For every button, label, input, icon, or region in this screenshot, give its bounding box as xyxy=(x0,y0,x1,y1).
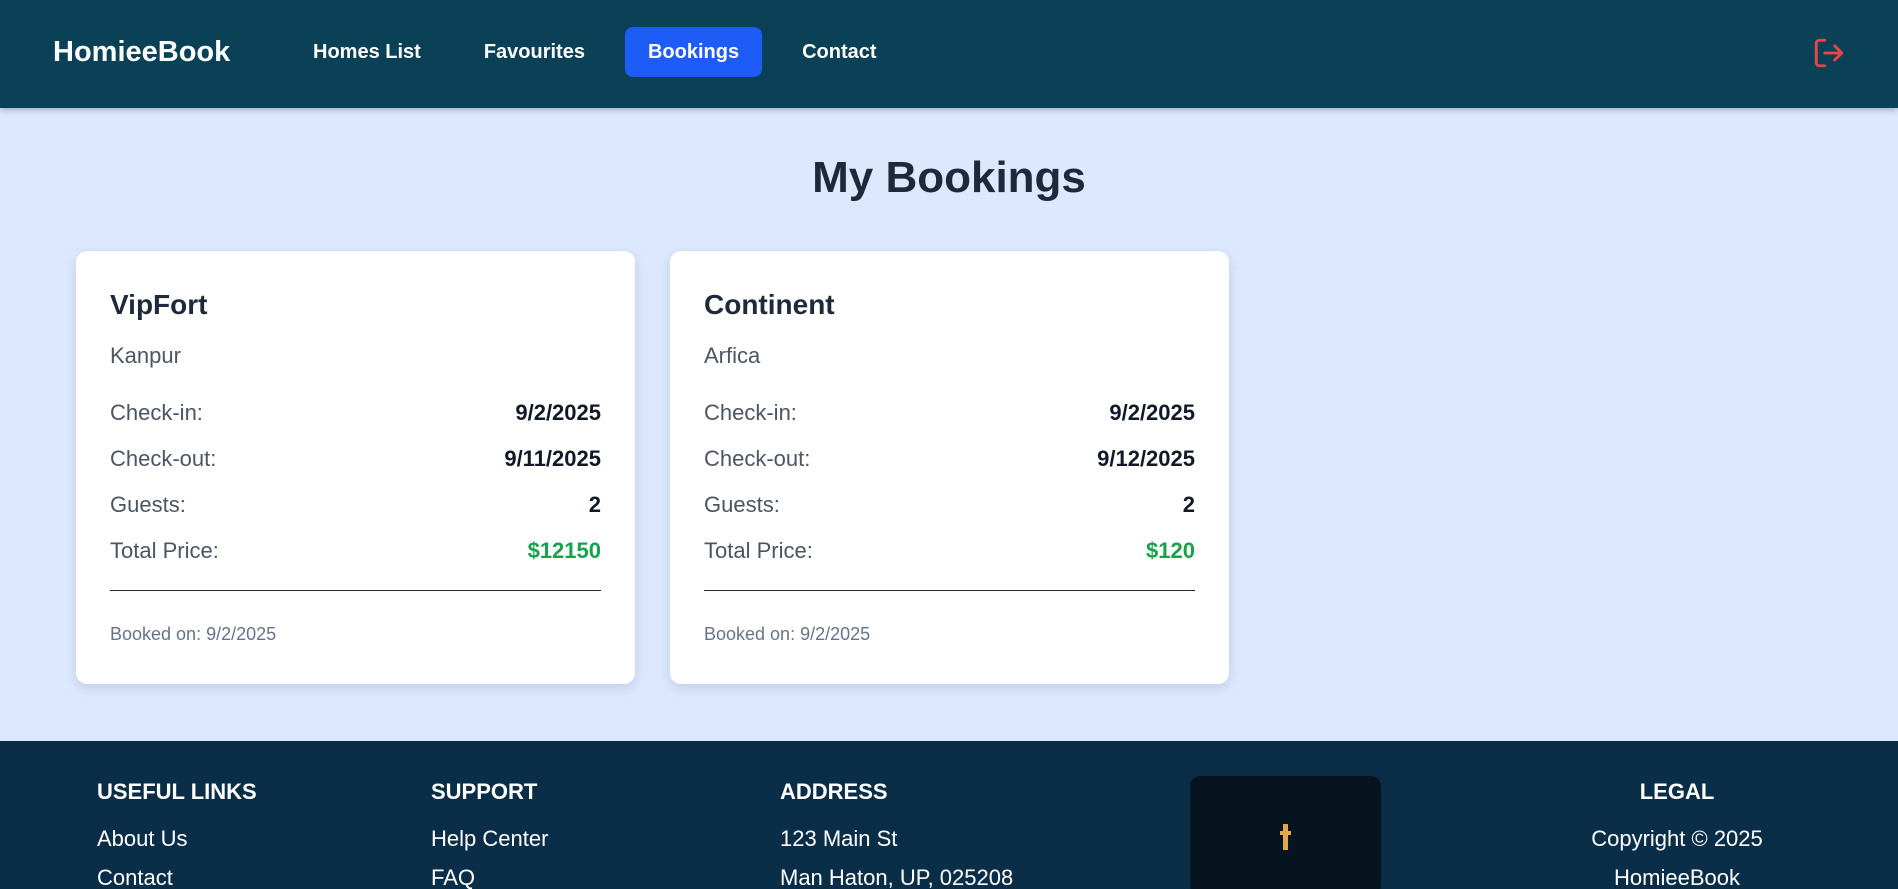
address-line: Man Haton, UP, 025208 xyxy=(780,865,1014,889)
copyright-brand: HomieeBook xyxy=(1614,865,1740,889)
footer-support: SUPPORT Help Center FAQ xyxy=(431,779,548,889)
price-row: Total Price: $120 xyxy=(704,538,1195,564)
booking-home-name: VipFort xyxy=(110,289,208,320)
nav-contact[interactable]: Contact xyxy=(779,27,899,77)
total-price: $12150 xyxy=(527,538,601,563)
guests-value: 2 xyxy=(1182,492,1195,517)
logout-icon xyxy=(1814,38,1844,68)
guests-value: 2 xyxy=(588,492,601,517)
guests-label: Guests: xyxy=(110,492,186,517)
footer-media-widget[interactable] xyxy=(1190,776,1381,889)
site-footer: USEFUL LINKS About Us Contact SUPPORT He… xyxy=(0,741,1898,889)
footer-link-about-us[interactable]: About Us xyxy=(97,819,257,858)
media-glyph-icon xyxy=(1280,824,1291,850)
price-label: Total Price: xyxy=(704,538,813,563)
copyright-text: Copyright © 2025 xyxy=(1591,826,1763,851)
footer-heading: USEFUL LINKS xyxy=(97,779,257,804)
footer-heading: LEGAL xyxy=(1639,779,1715,804)
footer-link-contact[interactable]: Contact xyxy=(97,858,257,889)
checkout-value: 9/12/2025 xyxy=(1097,446,1195,471)
checkin-label: Check-in: xyxy=(704,400,797,425)
checkout-label: Check-out: xyxy=(110,446,217,471)
footer-address: ADDRESS 123 Main St Man Haton, UP, 02520… xyxy=(780,779,1013,889)
guests-row: Guests: 2 xyxy=(110,492,601,518)
price-row: Total Price: $12150 xyxy=(110,538,601,564)
footer-link-help-center[interactable]: Help Center xyxy=(431,819,548,858)
footer-heading: ADDRESS xyxy=(780,779,888,804)
booking-home-name: Continent xyxy=(704,289,835,320)
nav-favourites[interactable]: Favourites xyxy=(461,27,608,77)
logout-button[interactable] xyxy=(1812,36,1846,70)
divider xyxy=(110,590,601,591)
booking-location: Kanpur xyxy=(110,343,181,368)
booking-card: Continent Arfica Check-in: 9/2/2025 Chec… xyxy=(670,251,1229,684)
checkout-row: Check-out: 9/12/2025 xyxy=(704,446,1195,472)
footer-heading: SUPPORT xyxy=(431,779,538,804)
checkout-row: Check-out: 9/11/2025 xyxy=(110,446,601,472)
price-label: Total Price: xyxy=(110,538,219,563)
booking-location: Arfica xyxy=(704,343,761,368)
footer-link-faq[interactable]: FAQ xyxy=(431,858,548,889)
checkin-value: 9/2/2025 xyxy=(1109,400,1195,425)
top-navbar: HomieeBook Homes List Favourites Booking… xyxy=(0,0,1898,108)
page-title: My Bookings xyxy=(812,153,1086,202)
checkin-row: Check-in: 9/2/2025 xyxy=(704,400,1195,426)
guests-row: Guests: 2 xyxy=(704,492,1195,518)
checkin-row: Check-in: 9/2/2025 xyxy=(110,400,601,426)
divider xyxy=(704,590,1195,591)
footer-useful-links: USEFUL LINKS About Us Contact xyxy=(97,779,257,889)
checkout-value: 9/11/2025 xyxy=(504,446,601,471)
total-price: $120 xyxy=(1146,538,1195,563)
nav-bookings[interactable]: Bookings xyxy=(624,27,763,77)
booked-on-date: Booked on: 9/2/2025 xyxy=(110,624,277,644)
brand-logo[interactable]: HomieeBook xyxy=(53,36,230,69)
nav-links: Homes List Favourites Bookings Contact xyxy=(290,27,917,77)
address-line: 123 Main St xyxy=(780,826,898,851)
guests-label: Guests: xyxy=(704,492,780,517)
checkin-label: Check-in: xyxy=(110,400,203,425)
booking-card: VipFort Kanpur Check-in: 9/2/2025 Check-… xyxy=(76,251,635,684)
nav-homes-list[interactable]: Homes List xyxy=(290,27,444,77)
footer-legal: LEGAL Copyright © 2025 HomieeBook xyxy=(1557,779,1797,889)
checkin-value: 9/2/2025 xyxy=(515,400,601,425)
checkout-label: Check-out: xyxy=(704,446,811,471)
booked-on-date: Booked on: 9/2/2025 xyxy=(704,624,871,644)
